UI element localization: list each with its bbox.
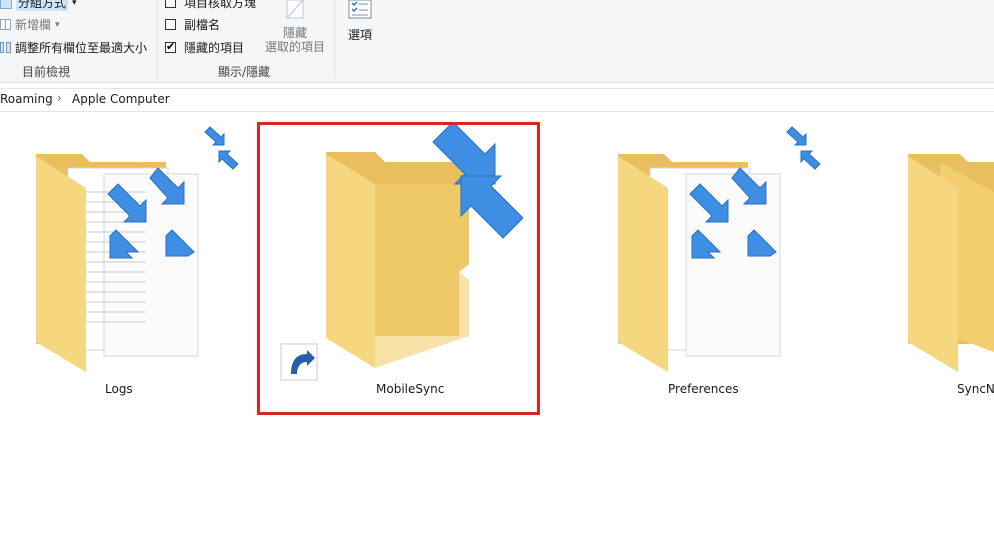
file-extensions-checkbox[interactable] [165,19,176,30]
group-by-button[interactable]: 分組方式 ▾ [0,0,77,11]
hide-selected-label-2: 選取的項目 [264,40,325,54]
show-hide-group-title: 顯示/隱藏 [218,65,271,79]
breadcrumb-chevron-icon[interactable]: › [57,91,62,105]
file-extensions-toggle[interactable]: 副檔名 [165,16,220,33]
hide-selected-label-1: 隱藏 [282,26,307,40]
size-all-columns-button[interactable]: 調整所有欄位至最適大小 [0,39,147,56]
folder-with-documents-icon [36,126,239,372]
chevron-down-icon: ▾ [55,19,60,30]
options-label: 選項 [347,28,372,42]
item-checkboxes-toggle[interactable]: 項目核取方塊 [165,0,256,11]
options-icon [348,0,372,19]
folder-with-documents-icon [618,126,821,372]
size-columns-icon [0,42,11,53]
folder-icon [908,154,994,372]
group-by-label: 分組方式 [16,0,69,11]
address-bar[interactable]: Roaming › Apple Computer [0,88,994,112]
folder-label: SyncN [957,382,994,396]
hidden-items-checkbox[interactable] [165,40,176,53]
ribbon-separator [334,0,335,78]
breadcrumb-roaming[interactable]: Roaming [0,92,53,106]
folder-label: Preferences [668,382,739,396]
hide-selected-icon [286,0,304,19]
file-extensions-label: 副檔名 [184,18,221,32]
breadcrumb-apple-computer[interactable]: Apple Computer [72,92,170,106]
folder-tile-syncn[interactable]: SyncN [900,122,994,412]
ribbon: 分組方式 ▾ 新增欄 ▾ 調整所有欄位至最適大小 目前檢視 項目核取方塊 副檔名… [0,0,994,83]
item-checkboxes-checkbox[interactable] [165,0,176,8]
hidden-items-toggle[interactable]: 隱藏的項目 [165,39,244,56]
ribbon-separator [157,0,158,78]
folder-tile-logs[interactable]: Logs [0,122,240,412]
chevron-down-icon: ▾ [72,0,77,8]
folder-label: Logs [105,382,133,396]
current-view-group-title: 目前檢視 [22,65,71,79]
add-column-icon [0,19,11,30]
folder-tile-preferences[interactable]: Preferences [582,122,822,412]
size-columns-label: 調整所有欄位至最適大小 [15,41,148,55]
hidden-items-label: 隱藏的項目 [184,41,245,55]
add-column-button[interactable]: 新增欄 ▾ [0,16,60,33]
group-by-icon [0,0,12,9]
options-button[interactable]: 選項 [342,0,378,43]
add-column-label: 新增欄 [15,18,52,32]
selection-highlight [257,122,540,415]
hide-selected-items-button[interactable]: 隱藏 選取的項目 [263,0,327,54]
item-checkboxes-label: 項目核取方塊 [184,0,257,10]
